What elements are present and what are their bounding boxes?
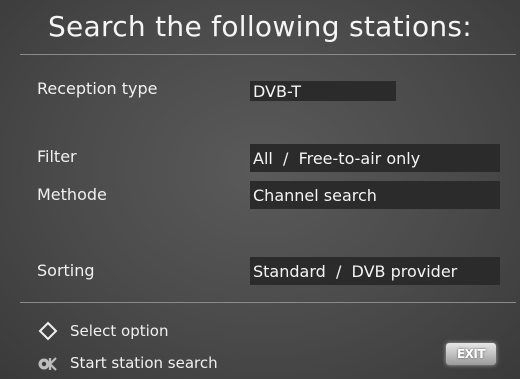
reception-type-label: Reception type (37, 79, 158, 98)
start-search-hint: Start station search (36, 353, 218, 373)
ok-button-icon (36, 353, 60, 373)
sorting-field[interactable]: Standard / DVB provider (250, 257, 500, 285)
navigation-diamond-icon (36, 321, 60, 341)
exit-button[interactable]: EXIT (446, 343, 496, 365)
methode-label: Methode (37, 185, 107, 204)
select-option-text: Select option (70, 322, 169, 340)
top-divider (20, 54, 516, 55)
select-option-hint: Select option (36, 321, 168, 341)
filter-label: Filter (37, 147, 77, 166)
methode-field[interactable]: Channel search (250, 181, 500, 209)
sorting-label: Sorting (37, 261, 95, 280)
filter-field[interactable]: All / Free-to-air only (250, 144, 500, 172)
start-search-text: Start station search (70, 354, 218, 372)
page-title: Search the following stations: (47, 10, 473, 43)
bottom-divider (20, 302, 516, 303)
reception-type-field[interactable]: DVB-T (250, 81, 396, 101)
